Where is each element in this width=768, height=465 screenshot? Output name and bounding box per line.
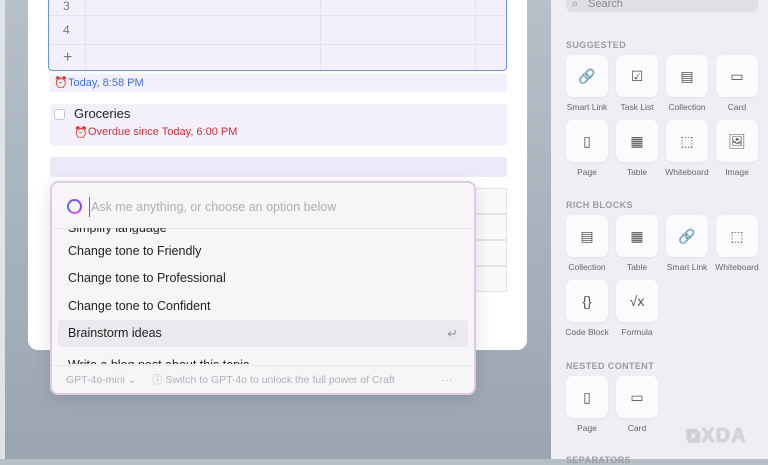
- table-icon: ▦: [630, 132, 644, 149]
- menu-item-friendly[interactable]: Change tone to Friendly: [58, 238, 468, 265]
- block-tile-image[interactable]: 🖼: [716, 120, 758, 162]
- menu-item-clipped[interactable]: Write a blog post about this topic: [68, 358, 249, 364]
- section-heading: RICH BLOCKS: [566, 200, 633, 210]
- reminder-timestamp[interactable]: ⏰ Today, 8:58 PM: [50, 74, 507, 92]
- block-tile-collection[interactable]: ▤: [666, 55, 708, 97]
- blocks-sidebar: ⌕ Search SUGGESTED 🔗 Smart Link ☑ Task List ▤ C…: [551, 0, 768, 465]
- task-checkbox[interactable]: [54, 109, 65, 120]
- table-icon: ▦: [630, 227, 644, 244]
- block-tile-page[interactable]: ▯: [566, 376, 608, 418]
- code-block-icon: {}: [582, 293, 592, 309]
- block-tile-label: Page: [577, 423, 597, 433]
- block-tile-smart-link[interactable]: 🔗: [666, 215, 708, 257]
- model-selector[interactable]: GPT-4o-mini ⌄: [66, 366, 137, 393]
- formula-icon: √x: [629, 293, 645, 309]
- watermark-logo: ⧉XDA: [686, 425, 747, 447]
- chevron-down-icon: ⌄: [127, 374, 137, 386]
- block-tile-label: Table: [626, 167, 648, 177]
- more-options-button[interactable]: ···: [442, 366, 453, 393]
- alarm-icon: ⏰: [74, 127, 88, 139]
- card-icon: ▭: [730, 67, 744, 84]
- task-list-icon: ☑: [630, 67, 644, 84]
- block-tile-smart-link[interactable]: 🔗: [566, 55, 608, 97]
- block-tile-label: Whiteboard: [715, 262, 759, 272]
- block-tile-label: Card: [727, 102, 747, 112]
- window-edge: [0, 0, 5, 459]
- table-cell: [475, 266, 507, 292]
- block-tile-card[interactable]: ▭: [716, 55, 758, 97]
- collection-icon: ▤: [580, 227, 594, 244]
- section-heading: NESTED CONTENT: [566, 361, 655, 371]
- block-tile-label: Smart Link: [666, 262, 708, 272]
- block-tile-label: Table: [626, 262, 648, 272]
- task-title: Groceries: [74, 106, 131, 121]
- block-tile-label: Card: [627, 423, 647, 433]
- smart-link-icon: 🔗: [678, 227, 696, 244]
- block-tile-label: Collection: [568, 262, 606, 272]
- search-input[interactable]: ⌕ Search: [566, 0, 758, 12]
- task-item[interactable]: Groceries ⏰ Overdue since Today, 6:00 PM: [50, 104, 507, 146]
- whiteboard-icon: ⬚: [730, 227, 744, 244]
- menu-item-brainstorm[interactable]: Brainstorm ideas ↵: [58, 320, 468, 347]
- image-icon: 🖼: [728, 132, 746, 149]
- block-tile-label: Task List: [620, 102, 654, 112]
- block-tile-table[interactable]: ▦: [616, 215, 658, 257]
- return-icon: ↵: [447, 326, 458, 341]
- block-tile-label: Smart Link: [566, 102, 608, 112]
- block-tile-label: Image: [725, 167, 749, 177]
- block-tile-label: Whiteboard: [665, 167, 709, 177]
- section-heading: SEPARATORS: [566, 455, 632, 465]
- table-row[interactable]: 4: [49, 16, 506, 45]
- menu-item-professional[interactable]: Change tone to Professional: [58, 265, 468, 292]
- block-tile-page[interactable]: ▯: [566, 120, 608, 162]
- add-row-button[interactable]: +: [49, 45, 506, 70]
- page-icon: ▯: [583, 388, 591, 405]
- ai-assistant-dialog: Simplify language Change tone to Friendl…: [50, 181, 476, 395]
- block-tile-task-list[interactable]: ☑: [616, 55, 658, 97]
- menu-item-confident[interactable]: Change tone to Confident: [58, 293, 468, 320]
- alarm-icon: ⏰: [54, 77, 68, 89]
- upgrade-hint[interactable]: ⓘ Switch to GPT-4o to unlock the full po…: [152, 366, 395, 393]
- block-tile-whiteboard[interactable]: ⬚: [666, 120, 708, 162]
- block-tile-card[interactable]: ▭: [616, 376, 658, 418]
- table-cell: [475, 214, 507, 240]
- block-tile-whiteboard[interactable]: ⬚: [716, 215, 758, 257]
- whiteboard-icon: ⬚: [680, 132, 694, 149]
- block-tile-collection[interactable]: ▤: [566, 215, 608, 257]
- info-icon: ⓘ: [152, 374, 163, 386]
- card-icon: ▭: [630, 388, 644, 405]
- section-heading: SUGGESTED: [566, 40, 627, 50]
- block-tile-label: Page: [577, 167, 597, 177]
- block-tile-formula[interactable]: √x: [616, 280, 658, 322]
- ai-logo-icon: [67, 199, 82, 214]
- block-tile-table[interactable]: ▦: [616, 120, 658, 162]
- search-icon: ⌕: [572, 0, 579, 10]
- table-cell: [475, 188, 507, 214]
- table-cell: [475, 240, 507, 266]
- task-due[interactable]: ⏰ Overdue since Today, 6:00 PM: [74, 126, 237, 139]
- table-row[interactable]: 3: [49, 0, 506, 16]
- smart-link-icon: 🔗: [578, 67, 596, 84]
- block-tile-code-block[interactable]: {}: [566, 280, 608, 322]
- collection-icon: ▤: [680, 67, 694, 84]
- page-icon: ▯: [583, 132, 591, 149]
- table-block[interactable]: 3 4 +: [48, 0, 507, 71]
- ai-prompt-input[interactable]: [89, 197, 459, 217]
- dialog-footer: GPT-4o-mini ⌄ ⓘ Switch to GPT-4o to unlo…: [52, 366, 474, 393]
- block-tile-label: Code Block: [565, 327, 609, 337]
- block-tile-label: Formula: [621, 327, 653, 337]
- block-tile-label: Collection: [668, 102, 706, 112]
- menu-item-clipped[interactable]: Simplify language: [68, 228, 167, 234]
- selected-block: [50, 157, 507, 177]
